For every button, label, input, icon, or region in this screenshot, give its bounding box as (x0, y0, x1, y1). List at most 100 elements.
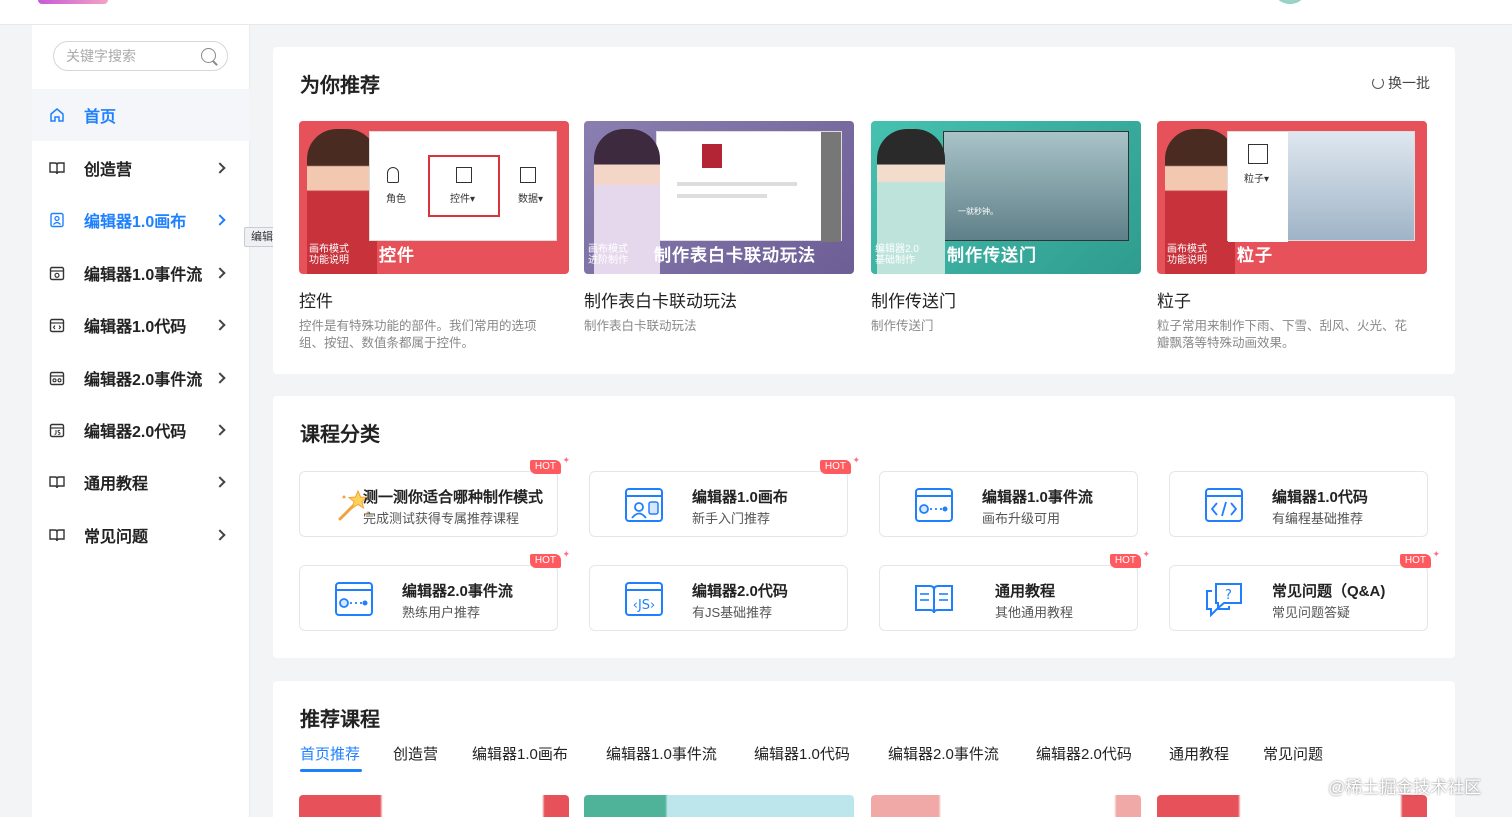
tab-editor1-canvas[interactable]: 编辑器1.0画布 (472, 743, 568, 764)
tab-general[interactable]: 通用教程 (1169, 743, 1229, 764)
card-title[interactable]: 制作表白卡联动玩法 (584, 287, 737, 312)
sidebar-item-editor1-canvas[interactable]: 编辑器1.0画布 (32, 194, 250, 246)
category-subtitle: 完成测试获得专属推荐课程 (363, 511, 520, 526)
flow-window-icon (334, 581, 374, 617)
category-subtitle: 新手入门推荐 (692, 511, 771, 526)
search-icon[interactable] (201, 48, 216, 63)
category-title: 编辑器2.0代码 (692, 583, 788, 600)
chevron-right-icon (214, 267, 226, 279)
recommend-card[interactable]: 一就秒钟。 编辑器2.0 基础制作 制作传送门 制作传送门 制作传送门 (871, 121, 1141, 333)
sidebar-item-camp[interactable]: 创造营 (32, 142, 250, 194)
tab-editor2-flow[interactable]: 编辑器2.0事件流 (888, 743, 999, 764)
home-icon (49, 107, 65, 123)
thumb-ui-label: 控件▾ (450, 194, 476, 205)
category-subtitle: 画布升级可用 (982, 511, 1061, 526)
js-calendar-icon (49, 422, 65, 438)
sidebar-item-editor2-code[interactable]: 编辑器2.0代码 (32, 404, 250, 456)
category-card[interactable]: 编辑器1.0画布 新手入门推荐 HOT (589, 453, 860, 537)
tab-editor1-flow[interactable]: 编辑器1.0事件流 (606, 743, 717, 764)
thumb-ui-label: 一就秒钟。 (958, 207, 998, 216)
course-thumbnail[interactable] (584, 795, 854, 817)
category-card[interactable]: 编辑器1.0事件流 画布升级可用 (879, 471, 1138, 537)
category-card[interactable]: ? 常见问题（Q&A) 常见问题答疑 HOT (1169, 547, 1440, 631)
sidebar-item-label: 编辑器1.0画布 (84, 214, 187, 231)
recommend-card[interactable]: 粒子▾ 画布模式 功能说明 粒子 粒子 粒子常用来制作下雨、下雪、刮风、火光、花瓣… (1157, 121, 1427, 350)
chevron-right-icon (214, 372, 226, 384)
category-card[interactable]: 通用教程 其他通用教程 HOT (879, 547, 1150, 631)
recommend-card[interactable]: 角色 控件▾ 数据▾ 画布模式 功能说明 控件 控件 控件是有特殊功能的部件。我们… (299, 121, 569, 350)
recommend-title: 为你推荐 (300, 75, 380, 97)
tab-editor1-code[interactable]: 编辑器1.0代码 (754, 743, 850, 764)
code-calendar-icon (49, 317, 65, 333)
sidebar-item-faq[interactable]: 常见问题 (32, 509, 250, 561)
card-description: 制作传送门 (871, 319, 934, 333)
category-card[interactable]: ‹JS› 编辑器2.0代码 有JS基础推荐 (589, 565, 848, 631)
sidebar-item-label: 编辑器1.0代码 (84, 319, 187, 336)
card-thumbnail: 画布模式 进阶制作 制作表白卡联动玩法 (584, 121, 854, 274)
card-title[interactable]: 粒子 (1157, 287, 1191, 312)
sidebar-item-label: 编辑器1.0事件流 (84, 267, 203, 284)
card-description: 制作表白卡联动玩法 (584, 319, 697, 333)
sidebar-item-label: 编辑器2.0事件流 (84, 372, 203, 389)
question-chat-icon: ? (1204, 581, 1244, 617)
course-thumbnail[interactable] (1157, 795, 1427, 817)
tab-faq[interactable]: 常见问题 (1263, 743, 1323, 764)
card-title[interactable]: 控件 (299, 287, 333, 312)
sidebar-item-editor1-flow[interactable]: 编辑器1.0事件流 (32, 247, 250, 299)
thumb-tag: 编辑器2.0 基础制作 (875, 244, 919, 266)
open-book-icon (914, 581, 954, 617)
tab-home-recommend[interactable]: 首页推荐 (300, 743, 360, 764)
category-card[interactable]: 测一测你适合哪种制作模式 完成测试获得专属推荐课程 HOT (299, 453, 570, 537)
categories-title: 课程分类 (300, 424, 380, 446)
sidebar-item-editor1-code[interactable]: 编辑器1.0代码 (32, 299, 250, 351)
courses-panel: 推荐课程 首页推荐 创造营 编辑器1.0画布 编辑器1.0事件流 编辑器1.0代… (273, 681, 1455, 817)
hot-badge: HOT (1109, 547, 1150, 568)
card-thumbnail: 角色 控件▾ 数据▾ 画布模式 功能说明 控件 (299, 121, 569, 274)
sidebar-item-label: 创造营 (84, 162, 133, 179)
sidebar-item-home[interactable]: 首页 (32, 89, 250, 141)
thumb-tag: 画布模式 功能说明 (309, 244, 349, 266)
course-thumbnail[interactable] (871, 795, 1141, 817)
search-input[interactable] (66, 47, 196, 65)
category-card[interactable]: 编辑器2.0事件流 熟练用户推荐 HOT (299, 547, 570, 631)
card-thumbnail: 一就秒钟。 编辑器2.0 基础制作 制作传送门 (871, 121, 1141, 274)
site-logo[interactable] (38, 0, 108, 4)
thumb-ui-label: 粒子▾ (1244, 174, 1270, 185)
category-subtitle: 有编程基础推荐 (1272, 511, 1364, 526)
recommend-panel: 为你推荐 换一批 角色 控件▾ 数据▾ 画布模式 功能说明 控件 控件 控件是有特… (273, 47, 1455, 374)
code-window-icon (1204, 487, 1244, 523)
calendar-icon (49, 265, 65, 281)
card-description: 控件是有特殊功能的部件。我们常用的选项组、按钮、数值条都属于控件。 (299, 319, 537, 350)
recommend-card[interactable]: 画布模式 进阶制作 制作表白卡联动玩法 制作表白卡联动玩法 制作表白卡联动玩法 (584, 121, 854, 333)
chevron-right-icon (214, 529, 226, 541)
user-avatar[interactable] (1268, 0, 1312, 6)
category-subtitle: 其他通用教程 (995, 605, 1074, 620)
chevron-right-icon (214, 424, 226, 436)
canvas-icon (49, 212, 65, 228)
flow-calendar-icon (49, 370, 65, 386)
hot-badge: HOT (1399, 547, 1440, 568)
course-thumbnail[interactable] (299, 795, 569, 817)
refresh-button[interactable]: 换一批 (1372, 73, 1430, 93)
chevron-right-icon (214, 319, 226, 331)
flow-window-icon (914, 487, 954, 523)
thumb-ui-label: 数据▾ (518, 194, 544, 205)
sidebar-item-label: 编辑器2.0代码 (84, 424, 187, 441)
sidebar-item-label: 常见问题 (84, 529, 149, 546)
refresh-label: 换一批 (1388, 75, 1430, 91)
sidebar: 首页 创造营 编辑器1.0画布 编辑器1.0事件流 编辑器1.0代码 编辑器2. (32, 25, 250, 817)
watermark: @稀土掘金技术社区 (1328, 778, 1482, 797)
category-title: 编辑器1.0代码 (1272, 489, 1368, 506)
sidebar-item-editor2-flow[interactable]: 编辑器2.0事件流 (32, 352, 250, 404)
tab-editor2-code[interactable]: 编辑器2.0代码 (1036, 743, 1132, 764)
canvas-window-icon (624, 487, 664, 523)
card-title[interactable]: 制作传送门 (871, 287, 956, 312)
sidebar-item-label: 通用教程 (84, 476, 149, 493)
tab-camp[interactable]: 创造营 (393, 743, 438, 764)
sidebar-item-general[interactable]: 通用教程 (32, 456, 250, 508)
thumb-caption: 粒子 (1237, 246, 1273, 265)
chevron-right-icon (214, 162, 226, 174)
card-description: 粒子常用来制作下雨、下雪、刮风、火光、花瓣飘落等特殊动画效果。 (1157, 319, 1408, 350)
courses-title: 推荐课程 (300, 709, 380, 731)
category-card[interactable]: 编辑器1.0代码 有编程基础推荐 (1169, 471, 1428, 537)
